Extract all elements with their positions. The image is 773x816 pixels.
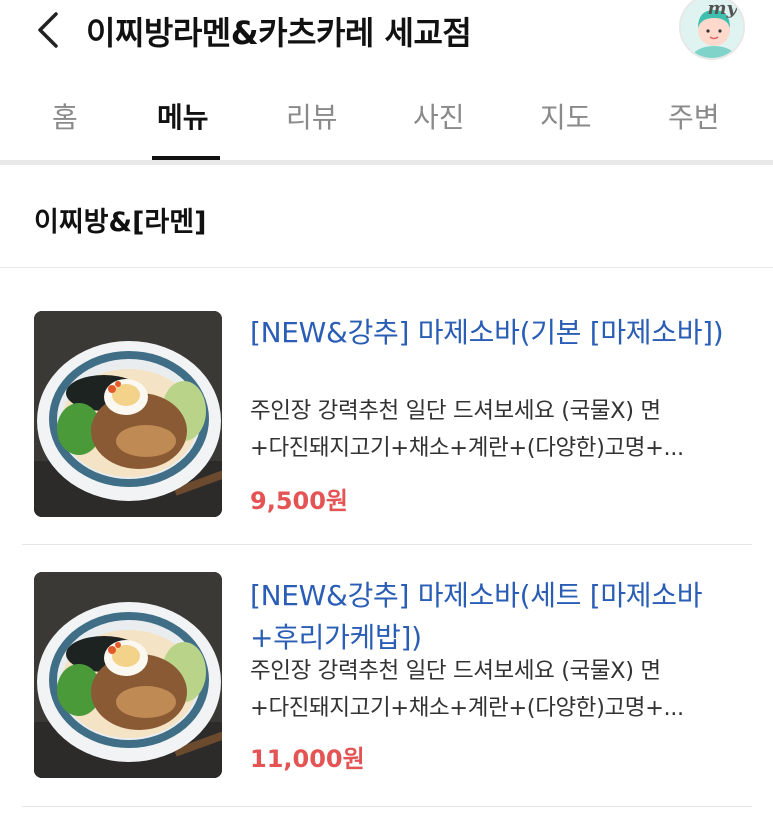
mazesoba-bowl-image — [34, 311, 222, 517]
item-divider — [22, 806, 752, 807]
back-button[interactable] — [30, 8, 70, 52]
section-title: 이찌방&[라멘] — [34, 207, 207, 238]
tab-menu[interactable]: 메뉴 — [157, 96, 209, 136]
tab-bar: 홈 메뉴 리뷰 사진 지도 주변 — [0, 88, 773, 162]
tab-map[interactable]: 지도 — [540, 96, 592, 136]
menu-item-description-line: +다진돼지고기+채소+계란+(다양한)고명+... — [250, 435, 684, 461]
mazesoba-bowl-image — [34, 572, 222, 778]
menu-item-photo — [34, 572, 222, 778]
tab-reviews[interactable]: 리뷰 — [286, 96, 338, 136]
menu-item-price: 11,000원 — [250, 745, 365, 773]
avatar[interactable]: my — [679, 0, 745, 60]
tab-photos[interactable]: 사진 — [413, 96, 465, 136]
tabs-divider — [0, 160, 773, 165]
menu-item-photo — [34, 311, 222, 517]
menu-item-name: [NEW&강추] 마제소바(세트 [마제소바+후리가케밥]) — [250, 579, 703, 654]
menu-item-description-line: 주인장 강력추천 일단 드셔보세요 (국물X) 면 — [250, 658, 661, 684]
tab-home[interactable]: 홈 — [52, 96, 78, 136]
menu-item-name: [NEW&강추] 마제소바(기본 [마제소바]) — [250, 316, 724, 349]
menu-item-description-line: 주인장 강력추천 일단 드셔보세요 (국물X) 면 — [250, 398, 661, 424]
menu-item-description: 주인장 강력추천 일단 드셔보세요 (국물X) 면 +다진돼지고기+채소+계란+… — [250, 393, 740, 467]
avatar-label: my — [707, 0, 737, 19]
tab-nearby[interactable]: 주변 — [668, 96, 720, 136]
section-divider — [0, 267, 773, 268]
menu-item-description-line: +다진돼지고기+채소+계란+(다양한)고명+... — [250, 695, 684, 721]
top-bar: 이찌방라멘&카츠카레 세교점 my — [0, 0, 773, 62]
page-title: 이찌방라멘&카츠카레 세교점 — [86, 14, 472, 52]
menu-item-description: 주인장 강력추천 일단 드셔보세요 (국물X) 면 +다진돼지고기+채소+계란+… — [250, 653, 740, 727]
chevron-left-icon — [38, 12, 58, 48]
menu-item-price: 9,500원 — [250, 487, 348, 515]
item-divider — [22, 544, 752, 545]
